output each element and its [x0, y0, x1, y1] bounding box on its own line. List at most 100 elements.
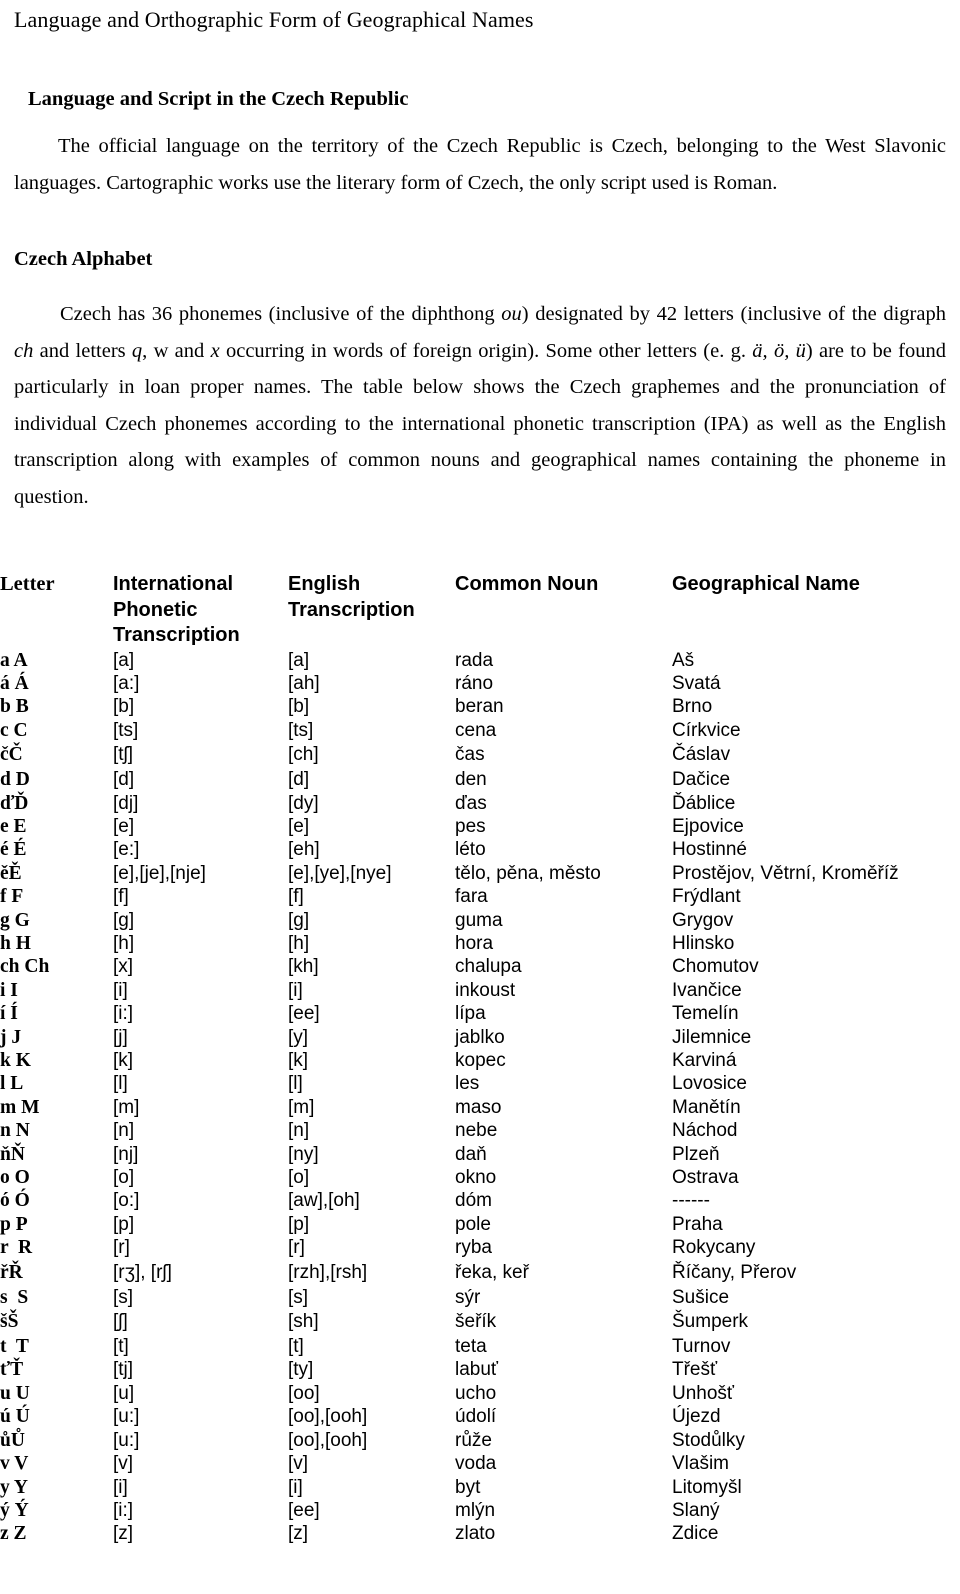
cell-geographical-name: Praha [672, 1213, 723, 1235]
cell-ipa: [j] [113, 1026, 128, 1048]
cell-common-noun: teta [455, 1336, 487, 1358]
cell-english: [ah] [288, 672, 320, 694]
table-row: ťŤ [tj] [ty] labuť Třešť [0, 1358, 960, 1381]
table-row: g G [g] [g] guma Grygov [0, 909, 960, 932]
cell-geographical-name: Grygov [672, 909, 734, 931]
cell-common-noun: růže [455, 1429, 492, 1451]
cell-geographical-name: Vlašim [672, 1453, 730, 1475]
cell-geographical-name: Litomyšl [672, 1476, 742, 1498]
cell-letter: o O [0, 1167, 30, 1189]
cell-ipa: [e:] [113, 839, 140, 861]
cell-geographical-name: Plzeň [672, 1143, 720, 1165]
cell-english: [v] [288, 1453, 309, 1475]
table-row: ďĎ [dj] [dy] ďas Ďáblice [0, 792, 960, 815]
table-row: ú Ú [u:] [oo],[ooh] údolí Újezd [0, 1405, 960, 1428]
cell-common-noun: zlato [455, 1523, 496, 1545]
cell-letter: í Í [0, 1003, 18, 1025]
cell-ipa: [l] [113, 1073, 128, 1095]
table-row: j J [j] [y] jablko Jilemnice [0, 1026, 960, 1049]
cell-geographical-name: Dačice [672, 769, 731, 791]
cell-english: [a] [288, 649, 310, 671]
cell-english: [f] [288, 886, 304, 908]
table-row: z Z [z] [z] zlato Zdice [0, 1522, 960, 1545]
cell-ipa: [m] [113, 1096, 140, 1118]
cell-common-noun: maso [455, 1096, 502, 1118]
column-header-ipa-line1: International [113, 573, 234, 595]
table-header-row: Letter International Phonetic Transcript… [0, 572, 960, 649]
table-row: ó Ó [o:] [aw],[oh] dóm ------ [0, 1189, 960, 1212]
cell-ipa: [e],[je],[nje] [113, 862, 206, 884]
cell-letter: d D [0, 769, 30, 791]
cell-ipa: [b] [113, 696, 135, 718]
table-row: m M [m] [m] maso Manětín [0, 1096, 960, 1119]
table-row: á Á [a:] [ah] ráno Svatá [0, 672, 960, 695]
table-row: e E [e] [e] pes Ejpovice [0, 815, 960, 838]
cell-common-noun: guma [455, 909, 503, 931]
table-row: k K [k] [k] kopec Karviná [0, 1049, 960, 1072]
cell-ipa: [rʒ], [rʃ] [113, 1261, 172, 1283]
cell-letter: v V [0, 1453, 29, 1475]
cell-ipa: [r] [113, 1237, 130, 1259]
cell-english: [g] [288, 909, 310, 931]
cell-common-noun: cena [455, 719, 497, 741]
alpha-italic-ch: ch [14, 339, 34, 362]
table-row: d D [d] [d] den Dačice [0, 768, 960, 791]
cell-letter: é É [0, 839, 27, 861]
grapheme-table-head: Letter International Phonetic Transcript… [0, 572, 960, 649]
cell-letter: p P [0, 1213, 28, 1235]
cell-letter: ý Ý [0, 1499, 29, 1521]
cell-english: [o] [288, 1167, 310, 1189]
column-header-geographical-name: Geographical Name [672, 572, 960, 649]
cell-english: [i] [288, 1476, 303, 1498]
cell-geographical-name: Temelín [672, 1003, 739, 1025]
cell-common-noun: beran [455, 696, 504, 718]
cell-geographical-name: Hlinsko [672, 932, 735, 954]
table-row: ňŇ [nj] [ny] daň Plzeň [0, 1143, 960, 1166]
cell-common-noun: lípa [455, 1003, 486, 1025]
alpha-italic-x: x [210, 339, 220, 362]
cell-geographical-name: Karviná [672, 1050, 737, 1071]
cell-letter: n N [0, 1120, 30, 1142]
cell-common-noun: mlýn [455, 1499, 496, 1521]
cell-common-noun: tělo, pěna, město [455, 862, 601, 884]
cell-ipa: [ʃ] [113, 1311, 128, 1333]
cell-ipa: [u] [113, 1382, 135, 1404]
cell-english: [z] [288, 1523, 309, 1545]
cell-ipa: [k] [113, 1050, 134, 1071]
cell-letter: k K [0, 1050, 31, 1071]
cell-common-noun: ráno [455, 672, 494, 694]
cell-letter: y Y [0, 1476, 28, 1498]
cell-geographical-name: Třešť [672, 1359, 718, 1381]
cell-geographical-name: Slaný [672, 1499, 720, 1521]
table-row: čČ [tʃ] [ch] čas Čáslav [0, 742, 960, 768]
paragraph-czech-alphabet: Czech has 36 phonemes (inclusive of the … [14, 296, 946, 515]
cell-english: [e],[ye],[nye] [288, 862, 392, 884]
table-row: c C [ts] [ts] cena Církvice [0, 719, 960, 742]
cell-geographical-name: Stodůlky [672, 1429, 745, 1451]
section-heading-czech-alphabet: Czech Alphabet [14, 248, 153, 270]
cell-letter: ďĎ [0, 792, 29, 814]
table-row: é É [e:] [eh] léto Hostinné [0, 838, 960, 861]
table-row: t T [t] [t] teta Turnov [0, 1335, 960, 1358]
cell-geographical-name: Brno [672, 696, 713, 718]
cell-letter: e E [0, 815, 27, 837]
section-heading-language-script: Language and Script in the Czech Republi… [28, 88, 409, 110]
table-row: l L [l] [l] les Lovosice [0, 1072, 960, 1095]
cell-ipa: [e] [113, 815, 135, 837]
cell-common-noun: čas [455, 744, 485, 766]
cell-ipa: [tj] [113, 1359, 134, 1381]
cell-geographical-name: Zdice [672, 1523, 719, 1545]
cell-geographical-name: Sušice [672, 1286, 730, 1308]
column-header-ipa-line3: Transcription [113, 624, 240, 646]
alpha-run-b: ) designated by 42 letters (inclusive of… [521, 303, 946, 325]
cell-ipa: [dj] [113, 792, 139, 814]
column-header-ipa: International Phonetic Transcription [113, 572, 288, 649]
cell-common-noun: chalupa [455, 956, 522, 978]
cell-english: [oo] [288, 1382, 320, 1404]
cell-common-noun: byt [455, 1476, 481, 1498]
cell-english: [ch] [288, 744, 319, 766]
alpha-italic-q: q [131, 339, 143, 362]
cell-geographical-name: Ejpovice [672, 815, 744, 837]
table-row: šŠ [ʃ] [sh] šeřík Šumperk [0, 1309, 960, 1335]
cell-geographical-name: Prostějov, Větrní, Kroměříž [672, 862, 899, 884]
